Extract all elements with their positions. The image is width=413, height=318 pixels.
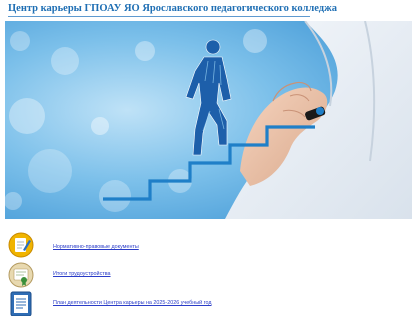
activity-plan-link[interactable]: План деятельности Центра карьеры на 2025… (53, 300, 211, 306)
employment-results-link[interactable]: Итоги трудоустройства (53, 271, 111, 277)
page: Центр карьеры ГПОАУ ЯО Ярославского педа… (0, 0, 413, 318)
pencil-note-icon[interactable] (8, 232, 34, 258)
documents-list: Нормативно-правовые документы Итоги труд… (0, 226, 413, 318)
certificate-icon[interactable] (8, 262, 34, 288)
page-title: Центр карьеры ГПОАУ ЯО Ярославского педа… (8, 3, 337, 14)
banner-image (5, 21, 412, 219)
page-header: Центр карьеры ГПОАУ ЯО Ярославского педа… (8, 3, 368, 17)
title-underline (8, 16, 310, 17)
list-item: План деятельности Центра карьеры на 2025… (0, 290, 413, 318)
document-list-icon[interactable] (8, 290, 34, 317)
regulatory-documents-link[interactable]: Нормативно-правовые документы (53, 244, 139, 250)
list-item: Нормативно-правовые документы (0, 232, 413, 260)
list-item: Итоги трудоустройства (0, 262, 413, 290)
